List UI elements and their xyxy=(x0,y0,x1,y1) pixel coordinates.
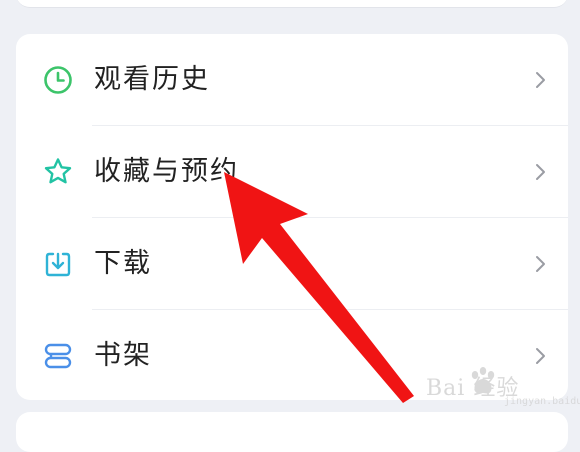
menu-item-watch-history[interactable]: 观看历史 xyxy=(16,34,568,126)
clock-icon xyxy=(44,66,72,94)
top-card xyxy=(16,0,568,8)
menu-item-favorites-reservations[interactable]: 收藏与预约 xyxy=(16,126,568,218)
menu-item-downloads[interactable]: 下载 xyxy=(16,218,568,310)
menu-item-label: 下载 xyxy=(94,248,152,279)
menu-item-label: 书架 xyxy=(94,340,152,371)
menu-item-label: 收藏与预约 xyxy=(94,156,239,187)
bottom-card xyxy=(16,412,568,452)
download-icon xyxy=(45,252,71,277)
menu-item-label: 观看历史 xyxy=(94,64,210,95)
chevron-right-icon xyxy=(536,164,545,180)
bookshelf-icon xyxy=(44,343,72,369)
menu-item-bookshelf[interactable]: 书架 xyxy=(16,310,568,400)
star-icon xyxy=(44,158,72,184)
chevron-right-icon xyxy=(536,256,545,272)
menu-card: 观看历史 收藏与预约 下载 书架 xyxy=(16,34,568,400)
chevron-right-icon xyxy=(536,72,545,88)
chevron-right-icon xyxy=(536,348,545,364)
